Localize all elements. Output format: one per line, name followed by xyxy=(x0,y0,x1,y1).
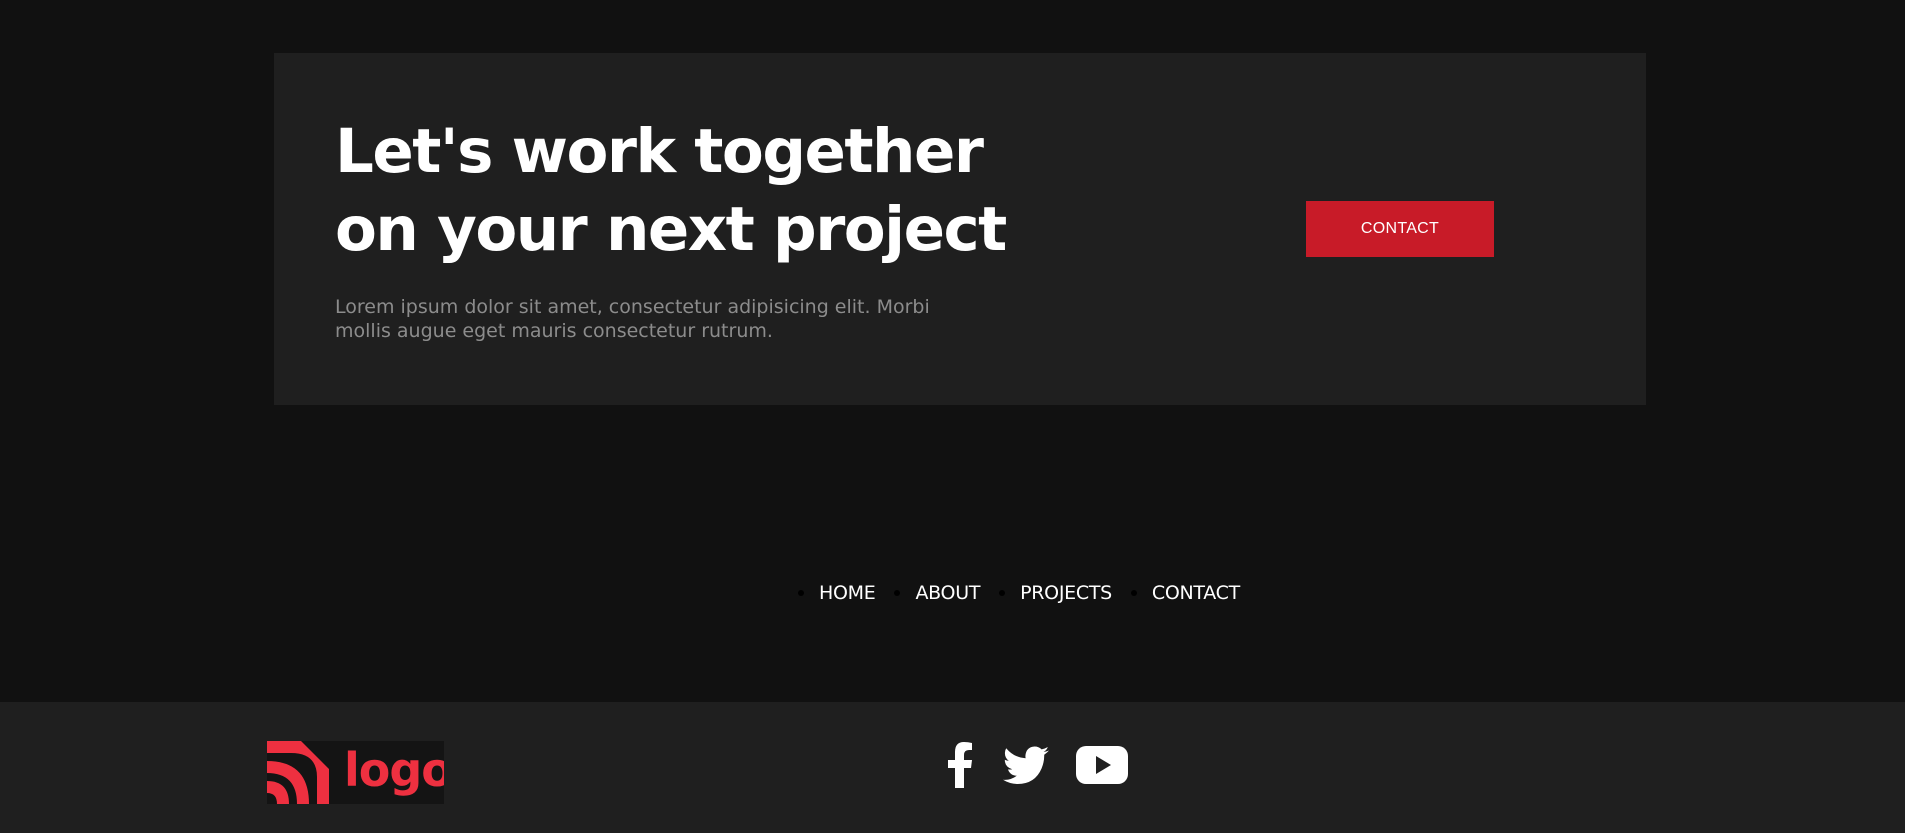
nav-bullet xyxy=(1130,590,1137,596)
nav-link-home[interactable]: HOME xyxy=(819,582,876,604)
footer-nav: HOME ABOUT PROJECTS CONTACT xyxy=(798,578,1259,608)
logo-mark-icon xyxy=(267,741,329,804)
contact-button[interactable]: CONTACT xyxy=(1306,201,1494,257)
nav-link-contact[interactable]: CONTACT xyxy=(1152,582,1240,604)
nav-bullet xyxy=(798,590,804,596)
cta-card: Let's work together on your next project… xyxy=(274,53,1646,405)
footer: logo xyxy=(0,702,1905,833)
cta-description-line-1: Lorem ipsum dolor sit amet, consectetur … xyxy=(335,296,930,318)
logo-text: logo xyxy=(344,743,444,797)
page: Let's work together on your next project… xyxy=(0,0,1905,833)
nav-link-projects[interactable]: PROJECTS xyxy=(1020,582,1112,604)
cta-title: Let's work together on your next project xyxy=(335,113,1015,269)
nav-bullet xyxy=(894,590,901,596)
logo[interactable]: logo xyxy=(267,741,444,804)
facebook-icon[interactable] xyxy=(944,741,976,789)
nav-item-home: HOME xyxy=(798,582,876,604)
cta-description: Lorem ipsum dolor sit amet, consectetur … xyxy=(335,295,975,343)
cta-title-line-2: on your next project xyxy=(335,194,1007,265)
youtube-icon[interactable] xyxy=(1075,741,1129,789)
nav-item-about: ABOUT xyxy=(894,582,980,604)
nav-item-projects: PROJECTS xyxy=(999,582,1112,604)
twitter-icon[interactable] xyxy=(1002,741,1050,789)
cta-description-line-2: mollis augue eget mauris consectetur rut… xyxy=(335,320,773,342)
nav-link-about[interactable]: ABOUT xyxy=(915,582,980,604)
nav-item-contact: CONTACT xyxy=(1130,582,1240,604)
cta-title-line-1: Let's work together xyxy=(335,116,984,187)
nav-bullet xyxy=(999,590,1006,596)
